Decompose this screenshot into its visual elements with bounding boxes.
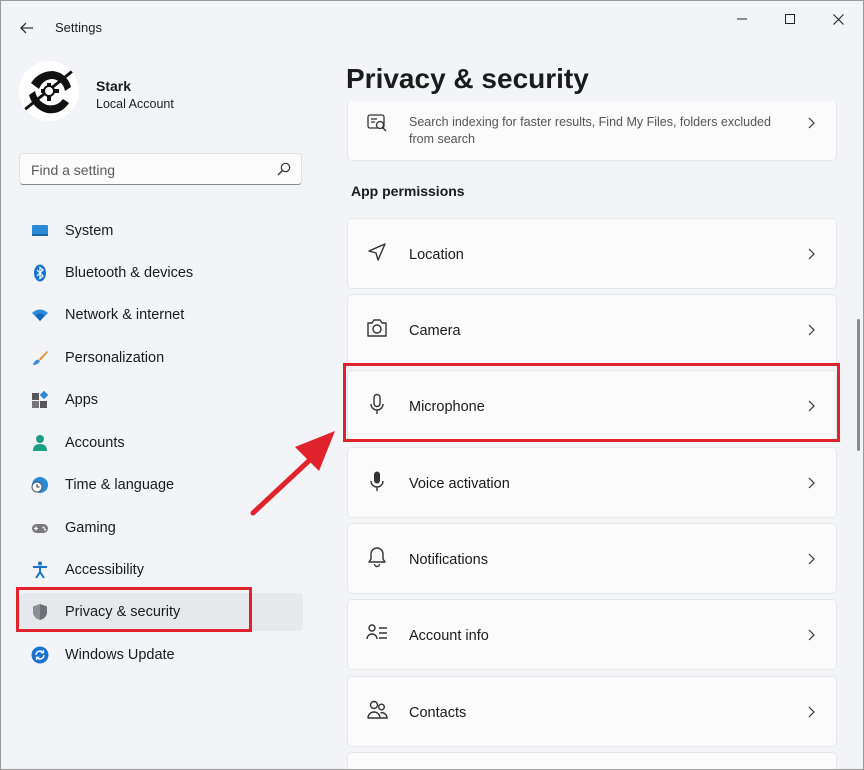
chevron-right-icon [808, 324, 815, 336]
close-icon [832, 13, 844, 25]
sidebar-item-label: Personalization [65, 350, 165, 366]
brush-icon [33, 351, 48, 365]
avatar-logo-icon [20, 62, 78, 120]
chevron-right-icon [808, 477, 815, 489]
permission-label: Notifications [409, 552, 488, 568]
permission-notifications[interactable]: Notifications [347, 523, 837, 594]
sidebar-item-label: Bluetooth & devices [65, 265, 194, 281]
permission-location[interactable]: Location [347, 218, 837, 289]
sidebar-item-network[interactable]: Network & internet [19, 296, 303, 334]
chevron-right-icon [808, 629, 815, 641]
gamepad-icon [32, 524, 48, 533]
permission-contacts[interactable]: Contacts [347, 676, 837, 747]
search-input[interactable]: Find a setting [19, 153, 302, 185]
account-type: Local Account [96, 97, 174, 111]
sidebar-item-gaming[interactable]: Gaming [19, 509, 303, 547]
searching-windows-card[interactable]: Search indexing for faster results, Find… [347, 101, 837, 161]
permission-account-info[interactable]: Account info [347, 599, 837, 670]
search-placeholder: Find a setting [31, 162, 116, 178]
sidebar-item-apps[interactable]: Apps [19, 381, 303, 419]
sidebar-item-label: Network & internet [65, 307, 185, 323]
sidebar-item-personalization[interactable]: Personalization [19, 339, 303, 377]
minimize-icon [737, 18, 747, 20]
permission-label: Location [409, 247, 464, 263]
maximize-icon [785, 14, 795, 24]
permission-label: Voice activation [409, 476, 510, 492]
user-name: Stark [96, 78, 132, 94]
sidebar-item-accounts[interactable]: Accounts [19, 424, 303, 462]
bell-icon [368, 547, 386, 568]
chevron-right-icon [808, 400, 815, 412]
sidebar-item-bluetooth[interactable]: Bluetooth & devices [19, 254, 303, 292]
permission-label: Contacts [409, 705, 467, 721]
permission-label: Camera [409, 323, 461, 339]
sidebar-item-label: Accessibility [65, 562, 144, 578]
shield-icon [33, 604, 47, 620]
back-arrow-icon [20, 22, 33, 34]
sidebar-item-privacy-security[interactable]: Privacy & security [19, 593, 303, 631]
scrollbar-thumb[interactable] [857, 319, 860, 451]
bluetooth-icon [34, 264, 46, 282]
search-index-description: Search indexing for faster results, Find… [409, 115, 771, 146]
section-header-app-permissions: App permissions [351, 183, 465, 199]
permission-label: Account info [409, 628, 489, 644]
accessibility-icon [33, 561, 47, 579]
apps-icon [32, 391, 49, 408]
location-icon [368, 243, 386, 261]
search-index-icon [367, 114, 387, 132]
permission-label: Microphone [409, 399, 485, 415]
camera-icon [367, 319, 387, 337]
back-button[interactable] [15, 17, 39, 39]
sidebar-item-system[interactable]: System [19, 212, 303, 250]
globe-clock-icon [31, 477, 48, 493]
sidebar-item-label: Time & language [65, 477, 175, 493]
chevron-right-icon [808, 706, 815, 718]
app-title: Settings [55, 20, 102, 35]
voice-icon [370, 471, 384, 491]
close-button[interactable] [815, 9, 861, 29]
permission-voice-activation[interactable]: Voice activation [347, 447, 837, 518]
title-bar: Settings [1, 1, 863, 55]
update-icon [31, 646, 49, 664]
contacts-icon [367, 700, 388, 719]
sidebar-item-label: Accounts [65, 435, 125, 451]
system-icon [32, 225, 48, 236]
permission-next-partial[interactable] [347, 752, 837, 769]
sidebar-item-windows-update[interactable]: Windows Update [19, 636, 303, 674]
chevron-right-icon [808, 117, 815, 129]
sidebar-item-accessibility[interactable]: Accessibility [19, 551, 303, 589]
sidebar-item-label: Gaming [65, 520, 116, 536]
sidebar-item-label: Apps [65, 392, 99, 408]
microphone-icon [370, 393, 384, 414]
maximize-button[interactable] [767, 9, 813, 29]
page-title: Privacy & security [346, 63, 589, 94]
sidebar-item-label: Privacy & security [65, 604, 181, 620]
sidebar-item-label: System [65, 223, 114, 239]
permission-camera[interactable]: Camera [347, 294, 837, 365]
search-icon [277, 162, 291, 176]
permission-microphone[interactable]: Microphone [347, 370, 837, 441]
chevron-right-icon [808, 248, 815, 260]
person-icon [33, 435, 47, 451]
avatar [19, 61, 79, 121]
sidebar-item-label: Windows Update [65, 647, 175, 663]
sidebar-item-time-language[interactable]: Time & language [19, 466, 303, 504]
minimize-button[interactable] [719, 9, 765, 29]
chevron-right-icon [808, 553, 815, 565]
account-info-icon [366, 624, 387, 640]
settings-window: Settings Stark Local Account Find a sett… [0, 0, 864, 770]
wifi-icon [32, 309, 48, 321]
